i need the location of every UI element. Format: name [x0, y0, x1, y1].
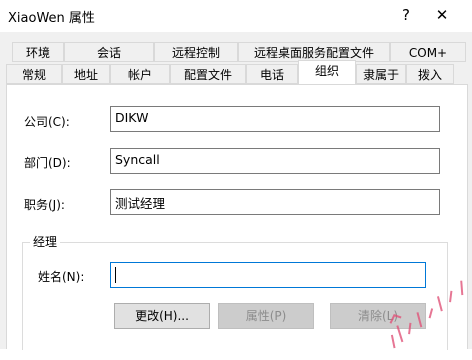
tab-account[interactable]: 帐户: [110, 64, 170, 84]
tab-address[interactable]: 地址: [62, 64, 110, 84]
tab-telephones[interactable]: 电话: [246, 64, 298, 84]
department-label: 部门(D):: [24, 156, 71, 170]
close-button[interactable]: ✕: [427, 4, 457, 26]
tab-rds-profile[interactable]: 远程桌面服务配置文件: [238, 42, 390, 62]
tab-profile[interactable]: 配置文件: [170, 64, 246, 84]
help-button[interactable]: ?: [394, 4, 418, 26]
department-field[interactable]: Syncall: [110, 148, 440, 174]
tab-dial-in[interactable]: 拨入: [406, 64, 454, 84]
manager-group-label: 经理: [30, 233, 61, 250]
tab-organization[interactable]: 组织: [298, 60, 356, 84]
job-title-field[interactable]: 测试经理: [110, 189, 440, 215]
tab-environment[interactable]: 环境: [12, 42, 64, 62]
tab-com-plus[interactable]: COM+: [390, 42, 466, 62]
window-title: XiaoWen 属性: [8, 11, 95, 26]
manager-name-label: 姓名(N):: [38, 270, 85, 284]
text-caret: [115, 266, 116, 283]
properties-button[interactable]: 属性(P): [218, 303, 314, 329]
tab-remote-control[interactable]: 远程控制: [154, 42, 238, 62]
tab-general[interactable]: 常规: [6, 64, 62, 84]
job-title-label: 职务(J):: [24, 198, 65, 212]
tab-member-of[interactable]: 隶属于: [356, 64, 406, 84]
company-field[interactable]: DIKW: [110, 106, 440, 132]
tab-sessions[interactable]: 会话: [64, 42, 154, 62]
company-label: 公司(C):: [24, 115, 70, 129]
change-button[interactable]: 更改(H)...: [114, 303, 210, 329]
title-bar: XiaoWen 属性 ? ✕: [0, 0, 472, 32]
manager-name-field[interactable]: [110, 262, 426, 288]
